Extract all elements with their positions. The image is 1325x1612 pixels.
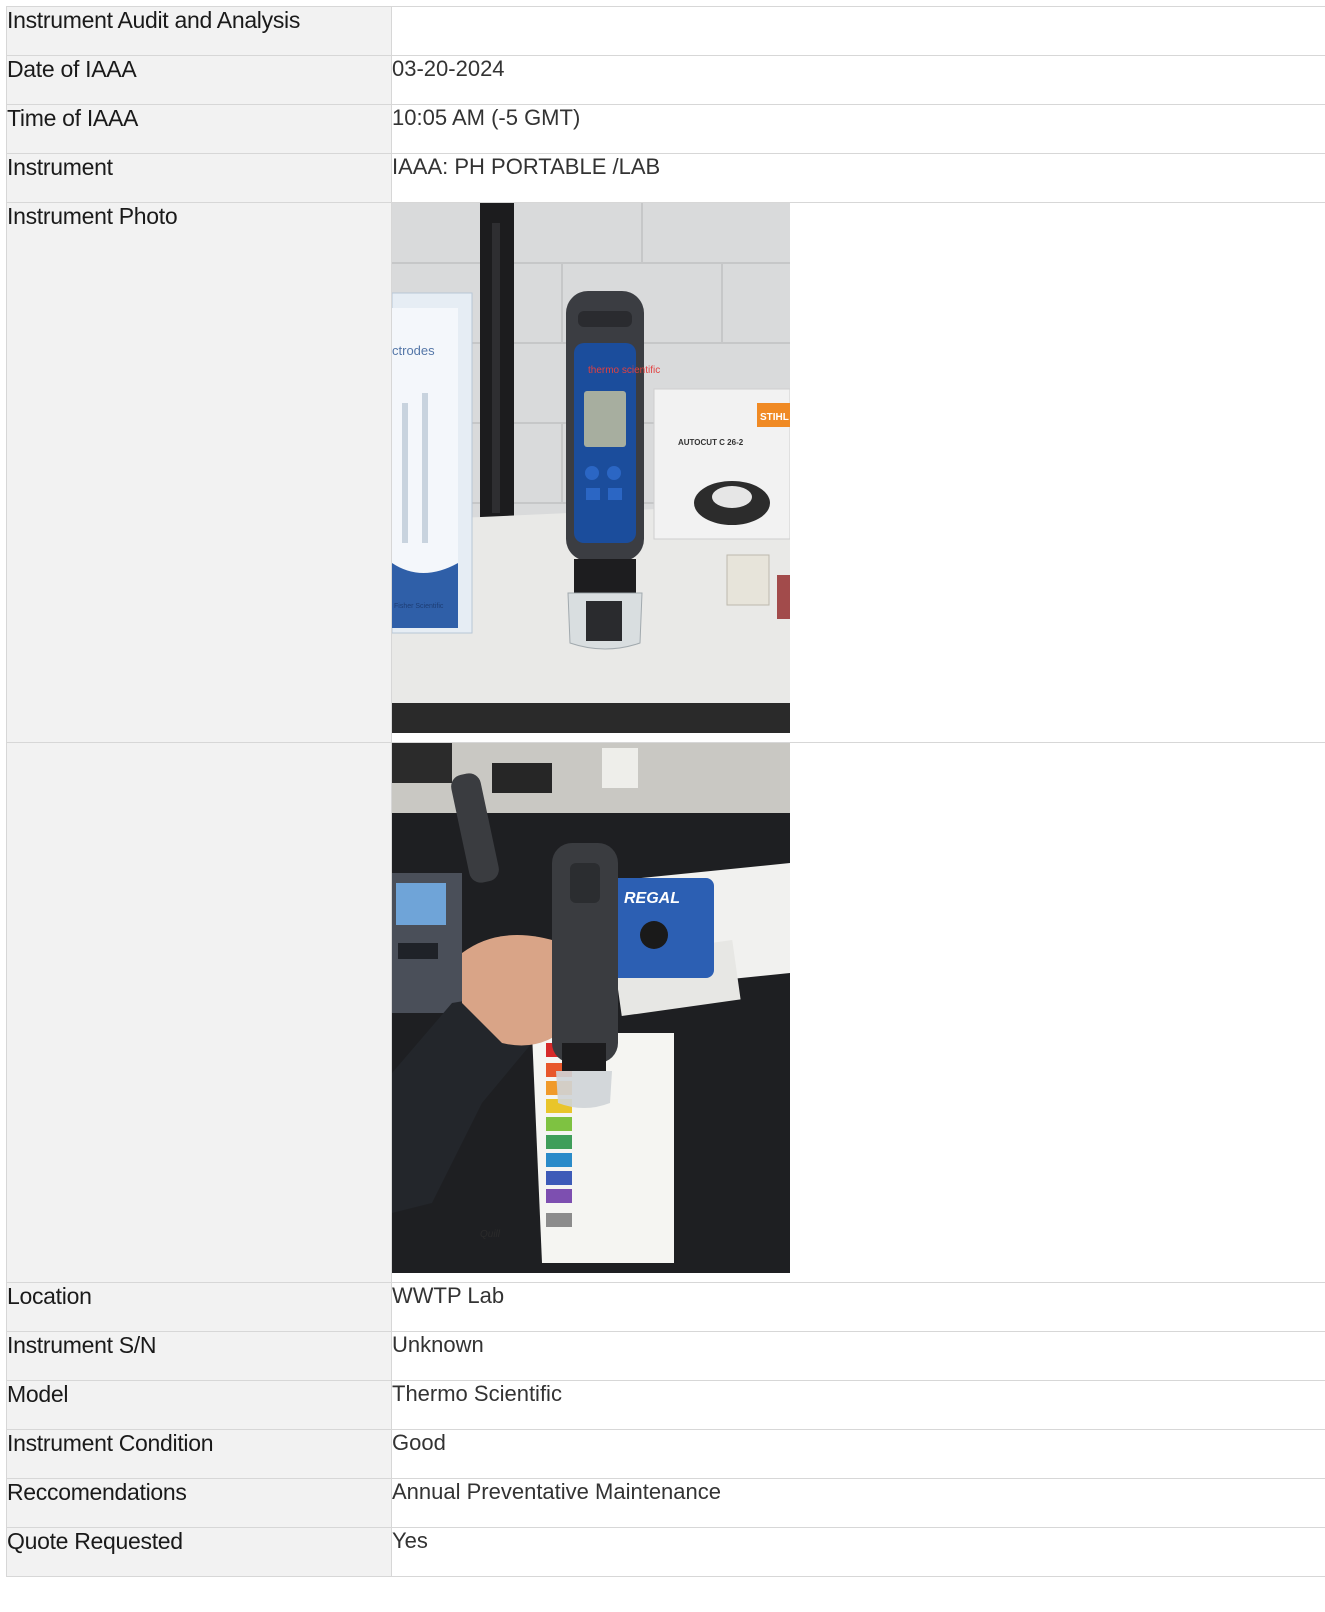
table-row: Instrument IAAA: PH PORTABLE /LAB (6, 153, 1325, 203)
table-row: Instrument Audit and Analysis (6, 6, 1325, 56)
row-label-model: Model (6, 1380, 392, 1430)
box-left-text: ctrodes (392, 343, 435, 358)
meter-brand-text: thermo scientific (588, 365, 660, 376)
row-value-quote: Yes (391, 1527, 1325, 1577)
table-row: Model Thermo Scientific (6, 1380, 1325, 1430)
table-row: Location WWTP Lab (6, 1282, 1325, 1332)
instrument-photo-2: REGAL Quill (392, 743, 790, 1273)
row-value-photo2: REGAL Quill (391, 742, 1325, 1283)
row-value-serial: Unknown (391, 1331, 1325, 1381)
row-value-header (391, 6, 1325, 56)
box-left-brand: Fisher Scientific (394, 603, 444, 610)
row-label-photo2 (6, 742, 392, 1283)
table-row: Time of IAAA 10:05 AM (-5 GMT) (6, 104, 1325, 154)
binder-brand-text: Quill (480, 1229, 501, 1240)
row-value-recommendations: Annual Preventative Maintenance (391, 1478, 1325, 1528)
row-value-model: Thermo Scientific (391, 1380, 1325, 1430)
regal-device-text: REGAL (624, 890, 680, 907)
table-row: Quote Requested Yes (6, 1527, 1325, 1577)
row-label-instrument: Instrument (6, 153, 392, 203)
row-value-photo: ctrodes Fisher Scientific STIHL AUTOCUT … (391, 202, 1325, 743)
table-row: Date of IAAA 03-20-2024 (6, 55, 1325, 105)
table-row: Instrument Condition Good (6, 1429, 1325, 1479)
row-value-time: 10:05 AM (-5 GMT) (391, 104, 1325, 154)
row-value-instrument: IAAA: PH PORTABLE /LAB (391, 153, 1325, 203)
row-label-location: Location (6, 1282, 392, 1332)
table-row: Reccomendations Annual Preventative Main… (6, 1478, 1325, 1528)
instrument-audit-table: Instrument Audit and Analysis Date of IA… (6, 6, 1325, 1577)
instrument-photo-1: ctrodes Fisher Scientific STIHL AUTOCUT … (392, 203, 790, 733)
row-label-date: Date of IAAA (6, 55, 392, 105)
row-label-recommendations: Reccomendations (6, 1478, 392, 1528)
row-label-serial: Instrument S/N (6, 1331, 392, 1381)
table-row: REGAL Quill (6, 742, 1325, 1283)
row-label-time: Time of IAAA (6, 104, 392, 154)
box-right-brand: STIHL (760, 412, 789, 423)
row-value-condition: Good (391, 1429, 1325, 1479)
box-right-product: AUTOCUT C 26-2 (678, 438, 744, 447)
row-label-header: Instrument Audit and Analysis (6, 6, 392, 56)
row-label-quote: Quote Requested (6, 1527, 392, 1577)
row-label-photo: Instrument Photo (6, 202, 392, 743)
table-row: Instrument Photo ctrodes Fisher Scientif… (6, 202, 1325, 743)
row-value-date: 03-20-2024 (391, 55, 1325, 105)
table-row: Instrument S/N Unknown (6, 1331, 1325, 1381)
row-label-condition: Instrument Condition (6, 1429, 392, 1479)
row-value-location: WWTP Lab (391, 1282, 1325, 1332)
